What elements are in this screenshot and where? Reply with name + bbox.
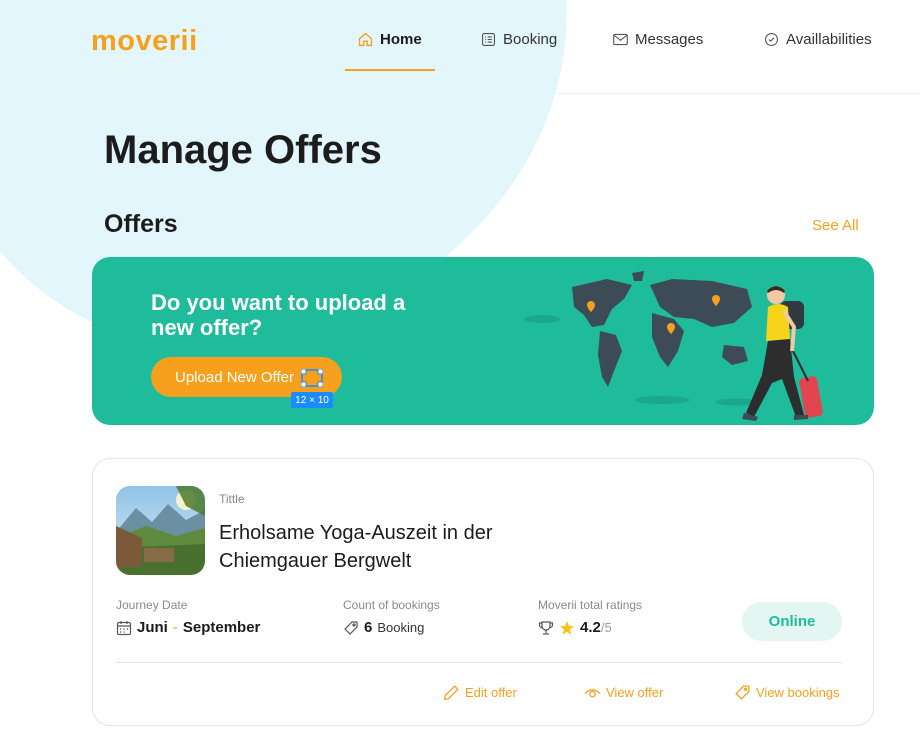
logo[interactable]: moverii xyxy=(91,25,198,58)
nav-availabilities[interactable]: Availlabilities xyxy=(763,31,872,48)
tag-icon xyxy=(344,620,358,635)
mountain-photo xyxy=(116,486,205,575)
list-icon xyxy=(481,32,496,47)
bookings-count-label: Count of bookings xyxy=(343,598,440,612)
nav-home[interactable]: Home xyxy=(357,31,422,48)
calendar-icon xyxy=(116,620,132,635)
bookings-count-value: 6 Booking xyxy=(343,619,424,636)
card-divider xyxy=(116,662,842,663)
trophy-icon xyxy=(538,620,554,635)
title-label: Tittle xyxy=(219,492,245,506)
nav-messages-label: Messages xyxy=(635,31,704,48)
ratings-label: Moverii total ratings xyxy=(538,598,643,612)
check-circle-icon xyxy=(764,32,779,47)
nav-home-label: Home xyxy=(380,31,422,48)
bookings-count: 6 xyxy=(364,619,373,636)
home-icon xyxy=(358,32,373,47)
star-icon xyxy=(560,620,574,635)
rating-score: 4.2 xyxy=(580,619,601,636)
eye-icon xyxy=(584,689,601,698)
status-label: Online xyxy=(768,613,816,630)
status-badge[interactable]: Online xyxy=(742,602,842,641)
journey-date-value: Juni - September xyxy=(116,619,260,636)
offer-thumbnail[interactable] xyxy=(116,486,205,575)
upload-offer-banner: Do you want to upload a new offer? Uploa… xyxy=(92,257,874,425)
top-navigation: moverii Home Booking Messages Availlabil… xyxy=(0,0,920,94)
journey-end: September xyxy=(182,619,261,636)
rating-max: /5 xyxy=(600,620,612,635)
offer-title: Erholsame Yoga-Auszeit in der Chiemgauer… xyxy=(219,522,493,572)
upload-button-label: Upload New Offer xyxy=(175,368,294,386)
pencil-icon xyxy=(443,685,459,701)
nav-booking[interactable]: Booking xyxy=(480,31,557,48)
view-offer-link[interactable]: View offer xyxy=(584,684,663,701)
traveler-illustration xyxy=(742,286,823,421)
view-bookings-label: View bookings xyxy=(756,685,840,700)
banner-headline: Do you want to upload a new offer? xyxy=(151,290,406,340)
nav-messages[interactable]: Messages xyxy=(612,31,703,48)
edit-offer-label: Edit offer xyxy=(465,685,517,700)
offer-card: Tittle Erholsame Yoga-Auszeit in der Chi… xyxy=(92,458,874,726)
edit-offer-link[interactable]: Edit offer xyxy=(443,684,517,701)
view-bookings-link[interactable]: View bookings xyxy=(734,684,840,701)
nav-booking-label: Booking xyxy=(503,31,558,48)
active-nav-indicator xyxy=(345,69,435,71)
tag-icon xyxy=(735,685,750,700)
nav-availabilities-label: Availlabilities xyxy=(786,31,872,48)
journey-start: Juni xyxy=(137,619,168,636)
mail-icon xyxy=(613,33,628,46)
see-all-link[interactable]: See All xyxy=(812,217,859,234)
selection-size-badge: 12 × 10 xyxy=(291,392,333,408)
ratings-value: 4.2/5 xyxy=(538,619,612,636)
selection-handles-icon xyxy=(301,369,323,387)
bookings-unit: Booking xyxy=(377,620,425,635)
journey-date-label: Journey Date xyxy=(116,598,188,612)
view-offer-label: View offer xyxy=(606,685,664,700)
journey-separator: - xyxy=(172,619,178,636)
page-title: Manage Offers xyxy=(104,128,382,172)
offers-section-title: Offers xyxy=(104,210,178,238)
